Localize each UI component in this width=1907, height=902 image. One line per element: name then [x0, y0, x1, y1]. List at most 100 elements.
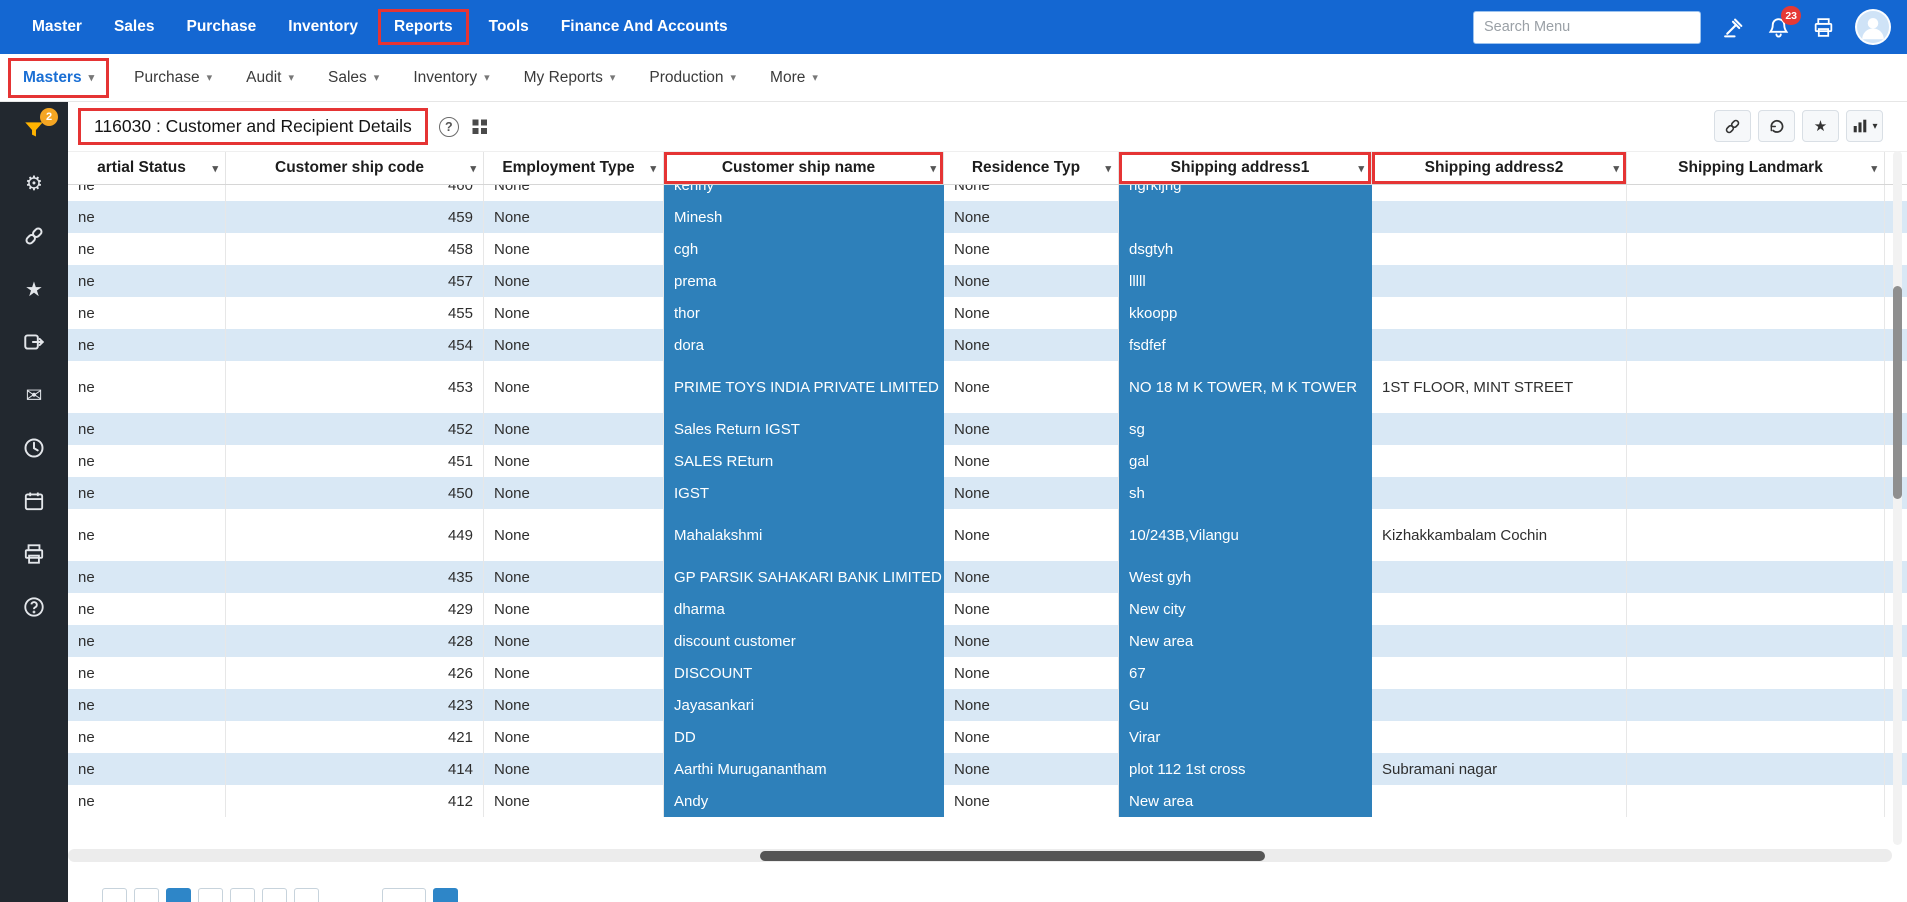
table-row[interactable]: ne423NoneJayasankariNoneGu: [68, 689, 1907, 721]
page-button[interactable]: [262, 888, 287, 902]
table-cell[interactable]: ne: [68, 657, 226, 689]
table-cell[interactable]: ne: [68, 509, 226, 561]
table-cell[interactable]: None: [944, 657, 1119, 689]
table-cell[interactable]: dora: [664, 329, 944, 361]
column-header[interactable]: Employment Type▾: [484, 152, 664, 184]
chevron-down-icon[interactable]: ▾: [930, 162, 936, 175]
table-cell[interactable]: None: [944, 297, 1119, 329]
table-cell[interactable]: None: [484, 509, 664, 561]
table-cell[interactable]: None: [944, 561, 1119, 593]
star-icon[interactable]: ★: [19, 274, 49, 304]
table-cell[interactable]: 451: [226, 445, 484, 477]
subnav-masters[interactable]: Masters ▾: [8, 58, 109, 98]
grid-layout-icon[interactable]: [470, 117, 490, 137]
table-cell[interactable]: None: [944, 185, 1119, 201]
table-cell[interactable]: None: [484, 785, 664, 817]
table-row[interactable]: ne460NonekennyNonehgrkljng: [68, 185, 1907, 201]
chevron-down-icon[interactable]: ▾: [1871, 162, 1877, 175]
table-cell[interactable]: None: [484, 361, 664, 413]
share-link-button[interactable]: [1714, 110, 1751, 142]
table-cell[interactable]: ne: [68, 185, 226, 201]
nav-master[interactable]: Master: [16, 9, 98, 45]
table-cell[interactable]: ne: [68, 477, 226, 509]
table-row[interactable]: ne412NoneAndyNoneNew area: [68, 785, 1907, 817]
table-cell[interactable]: None: [944, 477, 1119, 509]
printer-icon[interactable]: [19, 539, 49, 569]
table-row[interactable]: ne449NoneMahalakshmiNone10/243B,VilanguK…: [68, 509, 1907, 561]
horizontal-scrollbar[interactable]: [68, 849, 1892, 862]
table-cell[interactable]: None: [484, 721, 664, 753]
link-icon[interactable]: [19, 221, 49, 251]
table-cell[interactable]: ne: [68, 593, 226, 625]
table-cell[interactable]: ne: [68, 721, 226, 753]
table-cell[interactable]: None: [944, 721, 1119, 753]
table-cell[interactable]: [1372, 201, 1627, 233]
table-cell[interactable]: None: [484, 657, 664, 689]
subnav-production[interactable]: Production ▾: [632, 54, 753, 102]
table-cell[interactable]: PRIME TOYS INDIA PRIVATE LIMITED: [664, 361, 944, 413]
table-cell[interactable]: ne: [68, 297, 226, 329]
table-cell[interactable]: [1372, 265, 1627, 297]
subnav-purchase[interactable]: Purchase ▾: [117, 54, 229, 102]
table-cell[interactable]: None: [944, 625, 1119, 657]
table-cell[interactable]: Minesh: [664, 201, 944, 233]
table-cell[interactable]: 458: [226, 233, 484, 265]
table-cell[interactable]: None: [944, 689, 1119, 721]
table-cell[interactable]: DISCOUNT: [664, 657, 944, 689]
table-cell[interactable]: [1372, 233, 1627, 265]
table-cell[interactable]: [1627, 509, 1885, 561]
table-cell[interactable]: Kizhakkambalam Cochin: [1372, 509, 1627, 561]
table-cell[interactable]: [1627, 413, 1885, 445]
column-header[interactable]: Shipping Landmark▾: [1627, 152, 1885, 184]
table-cell[interactable]: [1372, 593, 1627, 625]
column-header[interactable]: artial Status▾: [68, 152, 226, 184]
table-row[interactable]: ne435NoneGP PARSIK SAHAKARI BANK LIMITED…: [68, 561, 1907, 593]
table-cell[interactable]: None: [484, 413, 664, 445]
table-cell[interactable]: None: [944, 509, 1119, 561]
table-cell[interactable]: prema: [664, 265, 944, 297]
table-cell[interactable]: ne: [68, 625, 226, 657]
table-cell[interactable]: None: [484, 477, 664, 509]
table-cell[interactable]: ne: [68, 561, 226, 593]
table-cell[interactable]: ne: [68, 201, 226, 233]
table-cell[interactable]: [1627, 753, 1885, 785]
table-cell[interactable]: ne: [68, 265, 226, 297]
table-cell[interactable]: SALES REturn: [664, 445, 944, 477]
table-cell[interactable]: kkoopp: [1119, 297, 1372, 329]
table-cell[interactable]: [1372, 785, 1627, 817]
table-cell[interactable]: 423: [226, 689, 484, 721]
table-cell[interactable]: West gyh: [1119, 561, 1372, 593]
table-cell[interactable]: 449: [226, 509, 484, 561]
horizontal-scroll-thumb[interactable]: [760, 851, 1265, 861]
subnav-inventory[interactable]: Inventory ▾: [396, 54, 506, 102]
table-cell[interactable]: GP PARSIK SAHAKARI BANK LIMITED: [664, 561, 944, 593]
table-cell[interactable]: [1627, 721, 1885, 753]
table-cell[interactable]: [1627, 445, 1885, 477]
table-cell[interactable]: discount customer: [664, 625, 944, 657]
table-cell[interactable]: [1119, 201, 1372, 233]
table-cell[interactable]: [1627, 657, 1885, 689]
table-cell[interactable]: thor: [664, 297, 944, 329]
page-button[interactable]: [166, 888, 191, 902]
table-cell[interactable]: New area: [1119, 625, 1372, 657]
table-cell[interactable]: None: [484, 185, 664, 201]
table-cell[interactable]: [1627, 561, 1885, 593]
page-button[interactable]: [382, 888, 426, 902]
table-cell[interactable]: [1372, 329, 1627, 361]
table-cell[interactable]: None: [484, 329, 664, 361]
table-cell[interactable]: [1627, 297, 1885, 329]
chart-view-button[interactable]: ▾: [1846, 110, 1883, 142]
nav-sales[interactable]: Sales: [98, 9, 171, 45]
table-cell[interactable]: [1627, 185, 1885, 201]
clock-icon[interactable]: [19, 433, 49, 463]
table-cell[interactable]: Aarthi Muruganantham: [664, 753, 944, 785]
table-cell[interactable]: None: [944, 361, 1119, 413]
table-cell[interactable]: dharma: [664, 593, 944, 625]
table-cell[interactable]: Jayasankari: [664, 689, 944, 721]
table-cell[interactable]: [1627, 201, 1885, 233]
table-cell[interactable]: ne: [68, 785, 226, 817]
table-cell[interactable]: 457: [226, 265, 484, 297]
filter-icon[interactable]: 2: [19, 115, 49, 145]
table-cell[interactable]: [1372, 297, 1627, 329]
table-cell[interactable]: ne: [68, 753, 226, 785]
